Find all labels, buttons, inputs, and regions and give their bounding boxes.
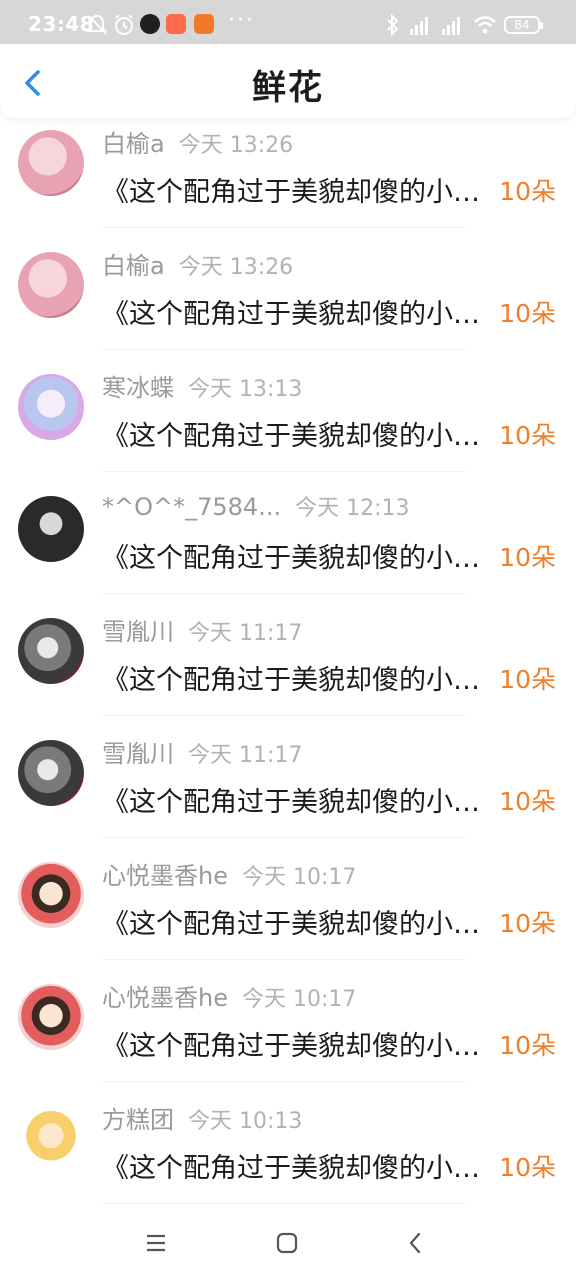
timestamp: 今天 12:13 bbox=[295, 496, 410, 521]
bluetooth-icon bbox=[387, 13, 399, 37]
gift-content: 《这个配角过于美貌却傻的小说》 bbox=[102, 1031, 496, 1062]
signal-icon bbox=[442, 17, 460, 35]
list-item[interactable]: 雪胤川 今天 11:17 《这个配角过于美貌却傻的小说》 10朵 bbox=[0, 594, 576, 716]
gift-content: 《这个配角过于美貌却傻的小说》 bbox=[102, 787, 496, 818]
avatar[interactable] bbox=[18, 496, 84, 562]
app-icon bbox=[166, 14, 186, 34]
list-item[interactable]: 白榆a 今天 13:26 《这个配角过于美貌却傻的小说》 10朵 bbox=[0, 106, 576, 228]
username[interactable]: 心悦墨香he bbox=[102, 984, 228, 1012]
avatar[interactable] bbox=[18, 862, 84, 928]
battery-indicator: 84 bbox=[504, 16, 543, 34]
timestamp: 今天 11:17 bbox=[188, 621, 303, 646]
list-item-meta: 心悦墨香he 今天 10:17 bbox=[102, 856, 357, 890]
list-item-meta: 方糕团 今天 10:13 bbox=[102, 1100, 303, 1134]
avatar[interactable] bbox=[18, 252, 84, 318]
gift-amount: 10朵 bbox=[499, 787, 556, 816]
gift-amount: 10朵 bbox=[499, 421, 556, 450]
gift-content: 《这个配角过于美貌却傻的小说》 bbox=[102, 909, 496, 940]
more-notifications-icon: ··· bbox=[228, 8, 255, 33]
status-bar: 23:48 ··· 84 bbox=[0, 0, 576, 50]
back-icon[interactable] bbox=[404, 1230, 426, 1256]
divider bbox=[102, 1203, 466, 1204]
gift-amount: 10朵 bbox=[499, 1153, 556, 1182]
gift-amount: 10朵 bbox=[499, 299, 556, 328]
username[interactable]: *^O^*_7584... bbox=[102, 493, 281, 521]
avatar[interactable] bbox=[18, 618, 84, 684]
list-item[interactable]: *^O^*_7584... 今天 12:13 《这个配角过于美貌却傻的小说》 10… bbox=[0, 472, 576, 594]
username[interactable]: 白榆a bbox=[102, 130, 165, 158]
gift-amount: 10朵 bbox=[499, 909, 556, 938]
timestamp: 今天 10:17 bbox=[241, 865, 357, 890]
username[interactable]: 雪胤川 bbox=[102, 740, 174, 768]
system-nav-bar bbox=[0, 1210, 576, 1280]
list-item[interactable]: 心悦墨香he 今天 10:17 《这个配角过于美貌却傻的小说》 10朵 bbox=[0, 838, 576, 960]
timestamp: 今天 11:17 bbox=[188, 743, 303, 768]
gift-content: 《这个配角过于美貌却傻的小说》 bbox=[102, 421, 496, 452]
list-item[interactable]: 雪胤川 今天 11:17 《这个配角过于美貌却傻的小说》 10朵 bbox=[0, 716, 576, 838]
gift-content: 《这个配角过于美貌却傻的小说》 bbox=[102, 177, 496, 208]
gift-amount: 10朵 bbox=[499, 1031, 556, 1060]
app-icon bbox=[194, 14, 214, 34]
username[interactable]: 心悦墨香he bbox=[102, 862, 228, 890]
gift-amount: 10朵 bbox=[499, 543, 556, 572]
status-time: 23:48 bbox=[28, 12, 95, 36]
home-icon[interactable] bbox=[274, 1230, 300, 1256]
gift-amount: 10朵 bbox=[499, 177, 556, 206]
username[interactable]: 寒冰蝶 bbox=[102, 374, 174, 402]
list-item-meta: 白榆a 今天 13:26 bbox=[102, 124, 294, 158]
avatar[interactable] bbox=[18, 984, 84, 1050]
username[interactable]: 方糕团 bbox=[102, 1106, 174, 1134]
bell-off-icon bbox=[86, 14, 108, 35]
wifi-icon bbox=[474, 16, 496, 34]
gift-content: 《这个配角过于美貌却傻的小说》 bbox=[102, 665, 496, 696]
list-item[interactable]: 寒冰蝶 今天 13:13 《这个配角过于美貌却傻的小说》 10朵 bbox=[0, 350, 576, 472]
list-item-meta: 雪胤川 今天 11:17 bbox=[102, 734, 303, 768]
timestamp: 今天 13:13 bbox=[188, 377, 303, 402]
gift-content: 《这个配角过于美貌却傻的小说》 bbox=[102, 1153, 496, 1184]
gift-content: 《这个配角过于美貌却傻的小说》 bbox=[102, 543, 496, 574]
username[interactable]: 白榆a bbox=[102, 252, 165, 280]
app-header: 鲜花 bbox=[0, 44, 576, 118]
avatar[interactable] bbox=[18, 740, 84, 806]
avatar[interactable] bbox=[18, 374, 84, 440]
timestamp: 今天 10:17 bbox=[241, 987, 357, 1012]
timestamp: 今天 13:26 bbox=[178, 133, 294, 158]
list-item-meta: 白榆a 今天 13:26 bbox=[102, 246, 294, 280]
avatar[interactable] bbox=[18, 130, 84, 196]
avatar[interactable] bbox=[18, 1106, 84, 1172]
list-item-meta: 雪胤川 今天 11:17 bbox=[102, 612, 303, 646]
list-item[interactable]: 方糕团 今天 10:13 《这个配角过于美貌却傻的小说》 10朵 bbox=[0, 1082, 576, 1204]
signal-icon bbox=[410, 17, 428, 35]
alarm-icon bbox=[115, 14, 133, 35]
timestamp: 今天 10:13 bbox=[188, 1109, 303, 1134]
list-item-meta: *^O^*_7584... 今天 12:13 bbox=[102, 490, 409, 522]
list-item-meta: 寒冰蝶 今天 13:13 bbox=[102, 368, 303, 402]
timestamp: 今天 13:26 bbox=[178, 255, 294, 280]
app-icon bbox=[140, 14, 160, 34]
username[interactable]: 雪胤川 bbox=[102, 618, 174, 646]
gift-content: 《这个配角过于美貌却傻的小说》 bbox=[102, 299, 496, 330]
menu-icon[interactable] bbox=[144, 1230, 168, 1256]
list-item-meta: 心悦墨香he 今天 10:17 bbox=[102, 978, 357, 1012]
list-item[interactable]: 白榆a 今天 13:26 《这个配角过于美貌却傻的小说》 10朵 bbox=[0, 228, 576, 350]
page-title: 鲜花 bbox=[252, 68, 324, 108]
gift-amount: 10朵 bbox=[499, 665, 556, 694]
list-item[interactable]: 心悦墨香he 今天 10:17 《这个配角过于美貌却傻的小说》 10朵 bbox=[0, 960, 576, 1082]
